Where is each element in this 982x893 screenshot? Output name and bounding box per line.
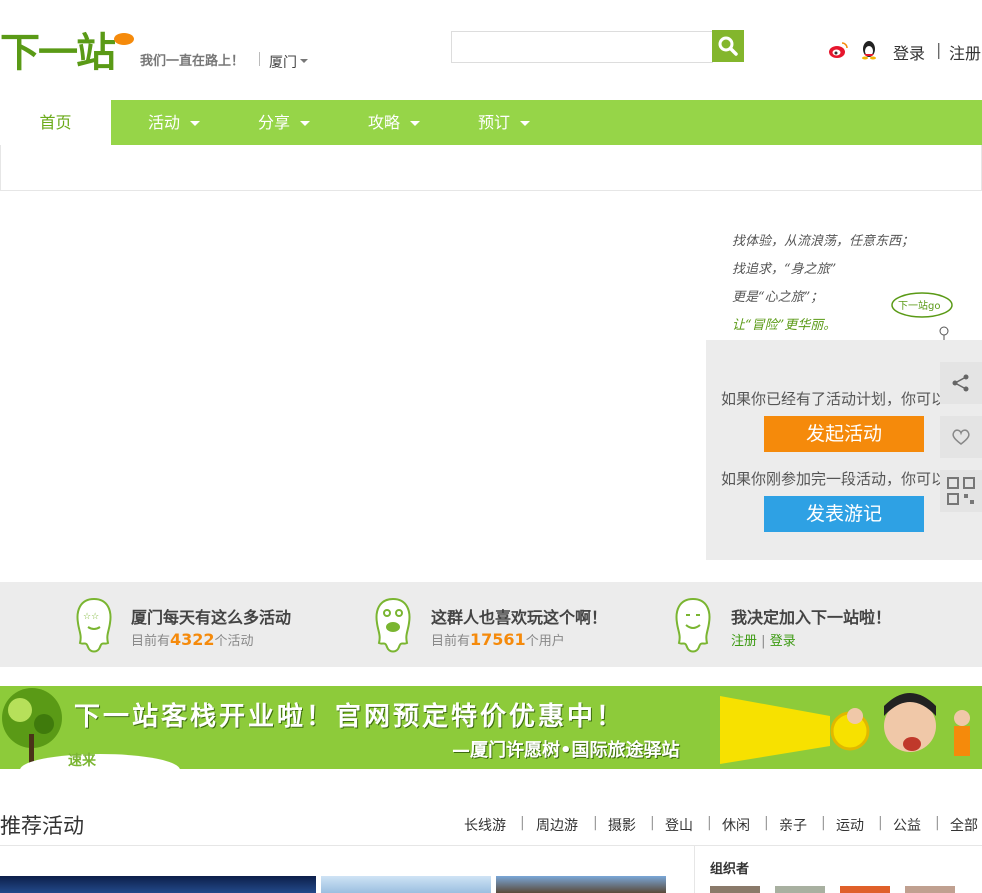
search-button[interactable] xyxy=(712,30,744,62)
nav-item-share[interactable]: 分享 xyxy=(258,100,311,145)
organizer-avatar[interactable] xyxy=(840,886,890,893)
divider xyxy=(259,52,260,66)
share-button[interactable] xyxy=(940,362,982,404)
nav-item-label: 活动 xyxy=(148,113,181,132)
share-icon xyxy=(952,374,969,392)
banner-subtitle: —厦门许愿树•国际旅途驿站 xyxy=(452,740,680,761)
category-link[interactable]: 休闲 xyxy=(722,815,750,835)
login-link[interactable]: 登录 xyxy=(893,40,925,64)
city-selector[interactable]: 厦门 xyxy=(269,52,297,72)
qr-code-button[interactable] xyxy=(940,470,982,512)
activity-count: 4322 xyxy=(170,630,215,649)
activity-thumbnail[interactable] xyxy=(321,876,491,893)
divider: | xyxy=(936,40,942,59)
activity-thumbnail[interactable] xyxy=(0,876,316,893)
caret-down-icon xyxy=(300,121,311,126)
panel-hint: 如果你已经有了活动计划，你可以 xyxy=(721,390,941,408)
note-line: 找追求，“身之旅” xyxy=(732,262,836,277)
activity-thumbnail[interactable] xyxy=(496,876,666,893)
panel-hint: 如果你刚参加完一段活动，你可以 xyxy=(721,470,941,488)
site-logo[interactable]: 下一站 xyxy=(0,26,136,72)
category-link[interactable]: 全部 xyxy=(950,815,978,835)
main-nav: 首页 活动 分享 攻略 预订 xyxy=(0,100,982,145)
sub-nav-bar xyxy=(0,145,982,191)
category-link[interactable]: 长线游 xyxy=(464,815,506,835)
nav-item-guides[interactable]: 攻略 xyxy=(368,100,421,145)
heart-icon xyxy=(952,429,970,445)
svg-text:☆☆: ☆☆ xyxy=(83,612,99,622)
divider: | xyxy=(878,815,883,831)
note-line: 让“冒险”更华丽。 xyxy=(732,317,836,333)
note-line: 找体验，从流浪荡，任意东西； xyxy=(732,233,914,249)
category-link[interactable]: 摄影 xyxy=(608,815,636,835)
organizer-avatar[interactable] xyxy=(775,886,825,893)
post-travelogue-button[interactable]: 发表游记 xyxy=(764,496,924,532)
qq-icon[interactable] xyxy=(860,40,878,60)
category-link[interactable]: 公益 xyxy=(893,815,921,835)
nav-item-label: 攻略 xyxy=(368,113,401,132)
category-link[interactable]: 登山 xyxy=(665,815,693,835)
svg-text:下一站: 下一站 xyxy=(0,30,116,72)
join-links: 注册 | 登录 xyxy=(731,634,796,649)
category-link[interactable]: 亲子 xyxy=(779,815,807,835)
note-sign: 下一站go xyxy=(898,299,940,312)
nav-item-label: 首页 xyxy=(39,113,72,132)
divider: | xyxy=(593,815,598,831)
mascot-smile-icon xyxy=(675,597,711,653)
caret-down-icon xyxy=(410,121,421,126)
organizer-avatar[interactable] xyxy=(710,886,760,893)
divider: | xyxy=(650,815,655,831)
weibo-icon[interactable] xyxy=(828,40,848,60)
nav-item-home[interactable]: 首页 xyxy=(0,100,111,145)
nav-item-label: 分享 xyxy=(258,113,291,132)
start-activity-button[interactable]: 发起活动 xyxy=(764,416,924,452)
search-input[interactable] xyxy=(451,31,713,63)
mascot-open-mouth-icon xyxy=(375,597,411,653)
nav-item-booking[interactable]: 预订 xyxy=(478,100,531,145)
login-link[interactable]: 登录 xyxy=(770,634,796,649)
stat-subtitle: 目前有17561个用户 xyxy=(431,630,565,649)
nav-item-activities[interactable]: 活动 xyxy=(148,100,201,145)
qr-code-icon xyxy=(947,477,975,505)
section-title: 推荐活动 xyxy=(0,814,84,838)
stat-title: 厦门每天有这么多活动 xyxy=(131,608,292,627)
mascot-star-eyes-icon: ☆☆ xyxy=(76,597,112,653)
banner-title: 下一站客栈开业啦！官网预定特价优惠中！ xyxy=(74,702,626,732)
banner-badge: 速来 xyxy=(68,753,96,769)
category-link[interactable]: 运动 xyxy=(836,815,864,835)
divider: | xyxy=(935,815,940,831)
nav-item-label: 预订 xyxy=(478,113,511,132)
chevron-down-icon[interactable] xyxy=(300,59,308,63)
divider: | xyxy=(764,815,769,831)
caret-down-icon xyxy=(520,121,531,126)
divider: | xyxy=(707,815,712,831)
search-icon xyxy=(718,36,738,56)
slogan: 我们一直在路上！ xyxy=(140,54,245,69)
category-link[interactable]: 周边游 xyxy=(536,815,578,835)
register-link[interactable]: 注册 xyxy=(731,634,757,649)
user-count: 17561 xyxy=(470,630,526,649)
register-link[interactable]: 注册 xyxy=(949,40,981,64)
stat-title: 这群人也喜欢玩这个啊！ xyxy=(431,608,608,627)
caret-down-icon xyxy=(190,121,201,126)
organizer-title: 组织者 xyxy=(710,862,750,877)
note-line: 更是“心之旅”； xyxy=(732,290,823,305)
stat-subtitle: 目前有4322个活动 xyxy=(131,630,254,649)
organizer-avatar[interactable] xyxy=(905,886,955,893)
divider: | xyxy=(520,815,525,831)
favorite-button[interactable] xyxy=(940,416,982,458)
stat-title: 我决定加入下一站啦！ xyxy=(731,608,892,627)
header: 下一站 我们一直在路上！ 厦门 登录 | 注册 xyxy=(0,0,982,100)
divider: | xyxy=(821,815,826,831)
